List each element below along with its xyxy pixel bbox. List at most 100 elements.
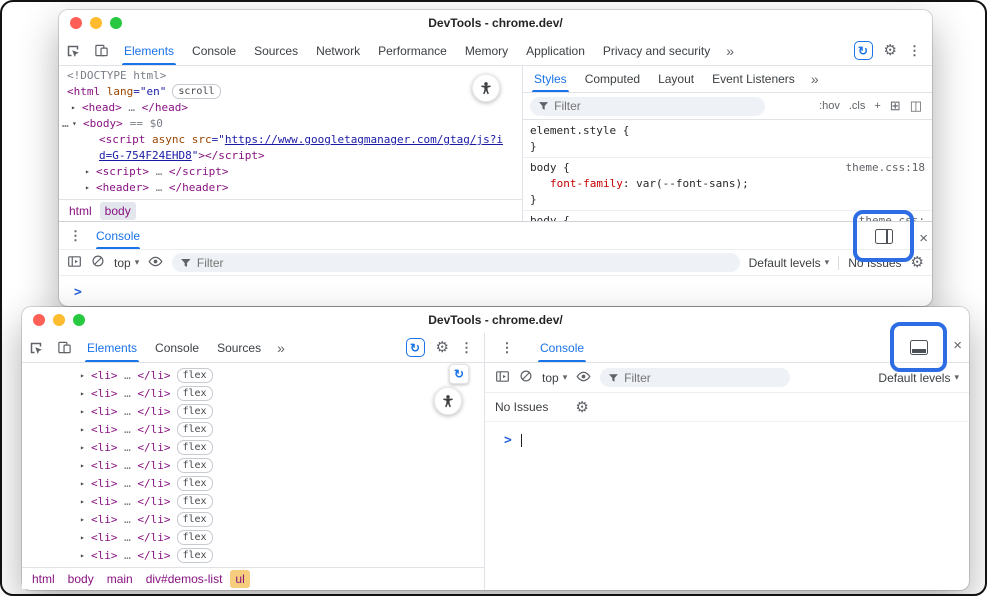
ellipsis-token[interactable]: … [118, 549, 138, 562]
context-selector[interactable]: top▾ [114, 256, 139, 270]
tab-performance[interactable]: Performance [369, 36, 456, 65]
computed-panel-icon[interactable]: ◫ [910, 98, 922, 114]
dom-node-script-gtag-cont[interactable]: d=G-754F24EHD8"></script> [59, 148, 522, 164]
flex-badge[interactable]: flex [177, 530, 213, 545]
zoom-window-button[interactable] [110, 17, 122, 29]
tab-sources[interactable]: Sources [208, 333, 270, 362]
css-rule-element-style[interactable]: element.style { [523, 123, 932, 139]
flex-badge[interactable]: flex [177, 422, 213, 437]
ellipsis-token[interactable]: … [118, 531, 138, 544]
tab-console-panel[interactable]: Console [531, 333, 593, 362]
ellipsis-token[interactable]: … [118, 369, 138, 382]
device-toolbar-icon[interactable] [50, 333, 78, 362]
sync-badge-icon[interactable]: ↻ [449, 364, 469, 384]
device-toolbar-icon[interactable] [87, 36, 115, 65]
collapse-arrow-icon[interactable]: ▸ [80, 511, 91, 529]
kebab-menu-icon[interactable]: ⋮ [493, 333, 521, 362]
list-item[interactable]: ▸<li> … </li>flex [22, 367, 484, 385]
collapse-arrow-icon[interactable]: ▸ [80, 493, 91, 511]
flex-badge[interactable]: flex [177, 404, 213, 419]
tab-memory[interactable]: Memory [456, 36, 517, 65]
inspect-icon[interactable] [59, 36, 87, 65]
tab-event-listeners[interactable]: Event Listeners [703, 66, 804, 92]
console-filter-input[interactable] [624, 371, 782, 385]
collapse-arrow-icon[interactable]: ▸ [71, 100, 82, 116]
list-item[interactable]: ▸<li> … </li>flex [22, 385, 484, 403]
tab-network[interactable]: Network [307, 36, 369, 65]
collapse-arrow-icon[interactable]: ▸ [80, 547, 91, 565]
dom-node-body[interactable]: …▾<body>== $0 [59, 116, 522, 132]
sync-icon[interactable]: ↻ [406, 338, 425, 357]
sync-icon[interactable]: ↻ [854, 41, 873, 60]
collapse-arrow-icon[interactable]: ▸ [80, 529, 91, 547]
kebab-menu-icon[interactable]: ⋮ [69, 228, 82, 244]
list-item[interactable]: ▸<li> … </li>flex [22, 529, 484, 547]
flex-badge[interactable]: flex [177, 440, 213, 455]
collapse-arrow-icon[interactable]: ▸ [80, 385, 91, 403]
panel-divider[interactable] [484, 333, 485, 590]
dom-node-script[interactable]: ▸<script> … </script> [59, 164, 522, 180]
ellipsis-token[interactable]: … [118, 387, 138, 400]
collapse-arrow-icon[interactable]: ▸ [80, 439, 91, 457]
tab-styles[interactable]: Styles [525, 66, 576, 92]
flex-badge[interactable]: flex [177, 386, 213, 401]
list-item[interactable]: ▸<li> … </li>flex [22, 421, 484, 439]
kebab-menu-icon[interactable]: ⋮ [908, 43, 921, 59]
console-filter-input[interactable] [197, 256, 732, 270]
console-settings-gear-icon[interactable]: ⚙ [575, 400, 588, 415]
list-item[interactable]: ▸<li> … </li>flex [22, 475, 484, 493]
settings-gear-icon[interactable]: ⚙ [884, 43, 897, 58]
collapse-arrow-icon[interactable]: ▸ [80, 475, 91, 493]
tab-console[interactable]: Console [146, 333, 208, 362]
flex-badge[interactable]: flex [177, 368, 213, 383]
minimize-window-button[interactable] [90, 17, 102, 29]
ellipsis-token[interactable]: … [149, 165, 169, 178]
dock-to-right-icon[interactable] [875, 229, 893, 244]
tab-console[interactable]: Console [183, 36, 245, 65]
element-classes-button[interactable]: .cls [849, 100, 866, 112]
flex-badge[interactable]: flex [177, 512, 213, 527]
ellipsis-token[interactable]: … [118, 477, 138, 490]
clear-console-icon[interactable] [519, 369, 533, 386]
console-prompt[interactable]: > [59, 276, 932, 301]
breadcrumb-item-body[interactable]: body [100, 202, 136, 220]
close-drawer-icon[interactable]: × [919, 231, 928, 246]
console-sidebar-icon[interactable] [495, 369, 510, 387]
list-item[interactable]: ▸<li> … </li>flex [22, 403, 484, 421]
tab-elements[interactable]: Elements [115, 36, 183, 65]
more-tabs-icon[interactable]: » [719, 36, 741, 65]
dom-node-doctype[interactable]: <!DOCTYPE html> [59, 68, 522, 84]
flex-badge[interactable]: flex [177, 494, 213, 509]
settings-gear-icon[interactable]: ⚙ [436, 340, 449, 355]
console-prompt[interactable]: > [485, 422, 969, 448]
node-menu-dots-icon[interactable]: … [62, 116, 72, 132]
tab-computed[interactable]: Computed [576, 66, 649, 92]
flex-badge[interactable]: flex [177, 548, 213, 563]
titlebar[interactable]: DevTools - chrome.dev/ [22, 307, 969, 333]
list-item[interactable]: ▸<li> … </li>flex [22, 457, 484, 475]
console-sidebar-icon[interactable] [67, 254, 82, 272]
dom-node-header[interactable]: ▸<header> … </header> [59, 180, 522, 196]
close-window-button[interactable] [70, 17, 82, 29]
zoom-window-button[interactable] [73, 314, 85, 326]
close-panel-icon[interactable]: × [953, 338, 962, 353]
tab-privacy-and-security[interactable]: Privacy and security [594, 36, 719, 65]
grid-icon[interactable]: ⊞ [890, 98, 901, 114]
minimize-window-button[interactable] [53, 314, 65, 326]
tab-elements[interactable]: Elements [78, 333, 146, 362]
more-tabs-icon[interactable]: » [270, 333, 292, 362]
breadcrumb-item-ul[interactable]: ul [230, 570, 249, 588]
flex-badge[interactable]: flex [177, 476, 213, 491]
ellipsis-token[interactable]: … [118, 459, 138, 472]
ellipsis-token[interactable]: … [118, 513, 138, 526]
css-rule-body[interactable]: body {theme.css:18 [523, 160, 932, 176]
eye-icon[interactable] [576, 369, 591, 387]
collapse-arrow-icon[interactable]: ▸ [80, 403, 91, 421]
collapse-arrow-icon[interactable]: ▸ [85, 164, 96, 180]
styles-filter-input[interactable] [554, 99, 757, 113]
ellipsis-token[interactable]: … [118, 441, 138, 454]
dom-node-html[interactable]: <html lang="en"scroll [59, 84, 522, 100]
console-settings-gear-icon[interactable]: ⚙ [911, 255, 924, 270]
ellipsis-token[interactable]: … [118, 405, 138, 418]
tab-application[interactable]: Application [517, 36, 594, 65]
